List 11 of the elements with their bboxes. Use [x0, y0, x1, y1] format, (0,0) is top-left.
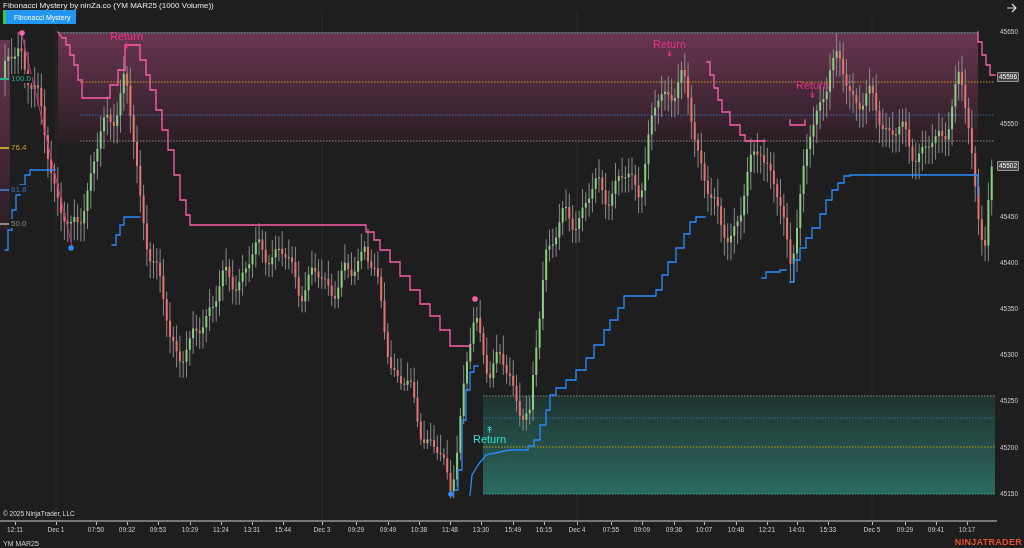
chart-title: Fibonacci Mystery by ninZa.co (YM MAR25 (1000 Volume)) — [3, 0, 214, 11]
signal-label: Return — [653, 38, 687, 50]
signal-label: Return — [796, 79, 830, 91]
arrow-icon[interactable] — [1006, 2, 1018, 13]
fib-level-label: 100.0 — [10, 74, 33, 83]
signal-label: Return — [110, 30, 144, 42]
brand-logo: NINJATRADER — [954, 537, 1022, 548]
fib-level-label: 76.4 — [10, 143, 28, 152]
fib-level-label: 61.8 — [10, 185, 28, 194]
signal-label: Return — [473, 433, 507, 445]
fib-level-label: 50.0 — [10, 219, 28, 228]
